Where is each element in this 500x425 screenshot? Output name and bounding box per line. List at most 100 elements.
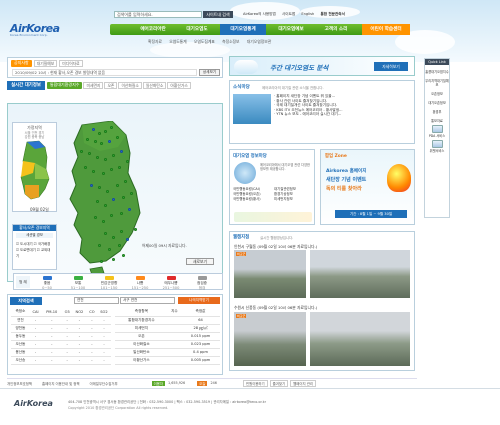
- cam1-image[interactable]: 비교군: [234, 250, 306, 298]
- tab-cai[interactable]: 통합대기환경지수: [47, 82, 83, 89]
- station-marker[interactable]: [122, 196, 125, 199]
- station-marker[interactable]: [94, 216, 97, 219]
- news-thumbnail[interactable]: [233, 94, 271, 124]
- station-marker[interactable]: [110, 168, 113, 171]
- tab-pm10[interactable]: 미세먼지: [83, 82, 104, 89]
- util-link-sitemap[interactable]: 사이트맵: [282, 12, 295, 16]
- quick-hk-aqi[interactable]: 홍콩대기오염지수: [425, 70, 449, 74]
- quick-air-ozone[interactable]: 대기오존정보: [425, 101, 449, 105]
- station-marker[interactable]: [110, 214, 113, 217]
- station-marker[interactable]: [118, 244, 121, 247]
- quick-ministry[interactable]: 환경부: [425, 110, 449, 114]
- region-select[interactable]: 연천: [74, 297, 119, 304]
- station-marker[interactable]: [118, 166, 121, 169]
- station-marker[interactable]: [98, 244, 101, 247]
- util-link-howto[interactable]: AirKorea의 사용방법: [243, 12, 276, 16]
- station-marker[interactable]: [112, 236, 115, 239]
- banner-detail-button[interactable]: 자세히보기: [374, 62, 408, 71]
- station-marker[interactable]: [98, 132, 101, 135]
- cam2-image-2[interactable]: [310, 312, 410, 366]
- usage-link[interactable]: 홈페이지 이용안내 및 정책: [42, 381, 80, 386]
- table-row[interactable]: 동두동 - - - - - -: [11, 332, 111, 341]
- station-marker[interactable]: [134, 228, 137, 231]
- tab-co[interactable]: 일산화탄소: [142, 82, 167, 89]
- quick-pda[interactable]: PDA 서비스: [425, 134, 449, 138]
- station-marker[interactable]: [112, 198, 115, 201]
- station-marker[interactable]: [112, 258, 115, 261]
- station-marker[interactable]: [96, 156, 99, 159]
- util-link-observatory[interactable]: 통합 천문관측서: [320, 12, 344, 16]
- station-marker[interactable]: [120, 212, 123, 215]
- tab-no2[interactable]: 이산화질소: [118, 82, 142, 89]
- tab-o3[interactable]: 오존: [104, 82, 118, 89]
- station-marker[interactable]: [100, 142, 103, 145]
- quick-ozone[interactable]: 오존정보: [425, 92, 449, 96]
- station-marker[interactable]: [100, 260, 103, 263]
- station-marker[interactable]: [102, 172, 105, 175]
- quick-widget[interactable]: 위젯서비스: [425, 149, 449, 153]
- station-marker[interactable]: [98, 186, 101, 189]
- subnav-item[interactable]: 확정자료: [148, 39, 162, 44]
- cam1-image-2[interactable]: [310, 250, 410, 298]
- station-marker[interactable]: [108, 140, 111, 143]
- table-row[interactable]: 용산동 - - - - - -: [11, 348, 111, 357]
- station-marker[interactable]: [108, 248, 111, 251]
- station-select[interactable]: 서구 연천: [120, 297, 175, 304]
- tab-so2[interactable]: 아황산가스: [167, 82, 191, 89]
- station-marker[interactable]: [106, 190, 109, 193]
- util-link-english[interactable]: English: [301, 12, 314, 16]
- korea-map[interactable]: [60, 121, 155, 276]
- station-marker[interactable]: [94, 140, 97, 143]
- station-marker[interactable]: [112, 154, 115, 157]
- email-policy-link[interactable]: 이메일무단수집거부: [90, 381, 118, 386]
- subnav-item[interactable]: 측정소정보: [222, 39, 239, 44]
- quick-reports[interactable]: 통보자료: [425, 119, 449, 123]
- nav-item-customer[interactable]: 고객의 소리: [316, 24, 356, 35]
- station-marker[interactable]: [96, 200, 99, 203]
- news-item[interactable]: · YTN 뉴스 보도 - 에어코리아 실시간 대기...: [274, 112, 412, 117]
- station-marker[interactable]: [88, 152, 91, 155]
- quick-regional-forecast[interactable]: 우리지역대기질예보: [425, 79, 449, 87]
- admin-button[interactable]: 웹페이지 관리: [290, 379, 316, 387]
- station-marker[interactable]: [120, 230, 123, 233]
- info-link[interactable]: 미세먼지정보: [274, 197, 315, 202]
- logo[interactable]: AirKorea Korea Environment Corp.: [10, 22, 62, 40]
- table-row[interactable]: 연천 - - - - - -: [11, 316, 111, 325]
- station-marker[interactable]: [86, 138, 89, 141]
- tab-forecast[interactable]: 대기질예보: [33, 60, 58, 67]
- station-marker[interactable]: [126, 238, 129, 241]
- table-row[interactable]: 오산송 - - - - - -: [11, 356, 111, 365]
- station-marker[interactable]: [116, 184, 119, 187]
- weekly-banner[interactable]: 주간 대기오염도 분석 자세히보기: [229, 56, 415, 76]
- tab-media[interactable]: 미디어자료: [59, 60, 83, 67]
- bookmark-button[interactable]: 즐겨찾기: [269, 379, 289, 387]
- station-marker[interactable]: [92, 170, 95, 173]
- subnav-item[interactable]: 대기오염정보관: [247, 39, 271, 44]
- nav-item-statistics[interactable]: 대기오염통계: [220, 24, 266, 35]
- station-marker[interactable]: [124, 180, 127, 183]
- alert-item[interactable]: ☑ 도로변대기 ☑ 교외대기: [16, 247, 53, 259]
- my-area-button[interactable]: 나의지역받기: [178, 297, 220, 304]
- subnav-item[interactable]: 오염도통계: [169, 39, 186, 44]
- detail-button[interactable]: 상세보기: [199, 69, 220, 76]
- station-marker[interactable]: [104, 232, 107, 235]
- station-marker[interactable]: [104, 158, 107, 161]
- cam2-image[interactable]: 비교군: [234, 312, 306, 366]
- station-marker[interactable]: [126, 160, 129, 163]
- search-button[interactable]: 사이트내 검색: [203, 11, 233, 18]
- nav-item-pollution[interactable]: 대기오염도: [176, 24, 218, 35]
- tab-notice[interactable]: 공지사항: [11, 60, 32, 67]
- nav-item-kids[interactable]: 어린이 학습센터: [362, 24, 410, 35]
- station-marker[interactable]: [110, 126, 113, 129]
- info-link[interactable]: 국민행동요령(황사): [233, 197, 274, 202]
- station-marker[interactable]: [102, 220, 105, 223]
- nav-item-forecast[interactable]: 대기오염예보: [268, 24, 314, 35]
- station-marker[interactable]: [128, 208, 131, 211]
- station-marker[interactable]: [122, 254, 125, 257]
- complaint-button[interactable]: 민원이용하기: [242, 379, 268, 387]
- station-marker[interactable]: [90, 184, 93, 187]
- table-row[interactable]: 오산동 - - - - - -: [11, 340, 111, 349]
- nav-item-about[interactable]: 에어코리아란: [132, 24, 174, 35]
- table-row[interactable]: 양천동 - - - - - -: [11, 324, 111, 333]
- station-marker[interactable]: [120, 150, 123, 153]
